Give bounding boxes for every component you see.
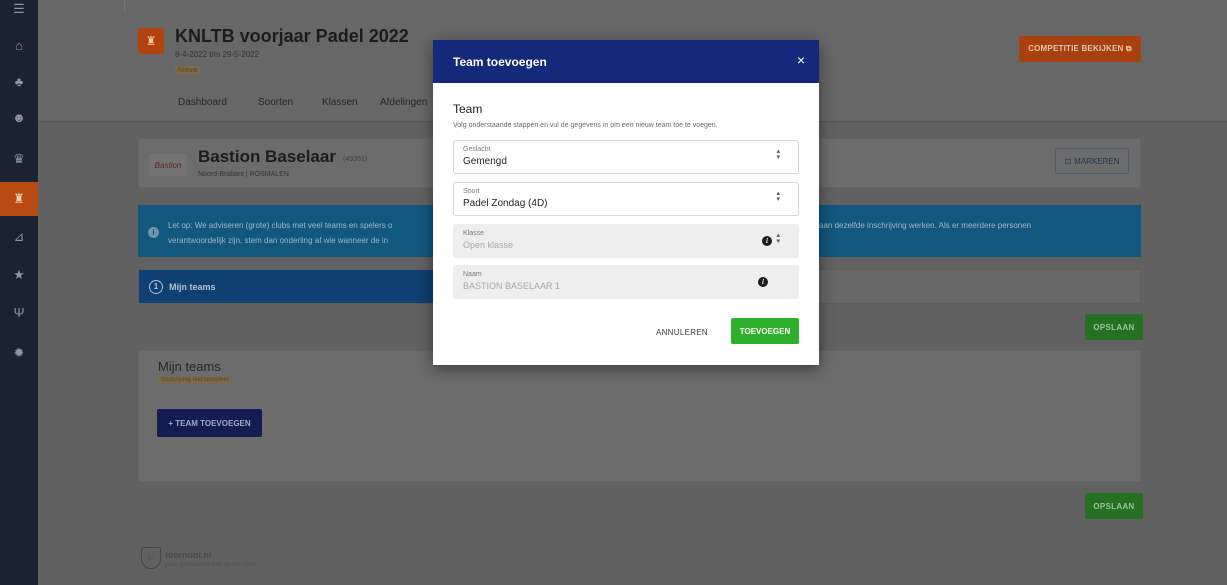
chevron-updown-icon: ▴ ▾: [776, 148, 780, 161]
step-mijn-teams[interactable]: 1 Mijn teams: [139, 270, 434, 303]
utensils-icon[interactable]: Ψ: [0, 295, 38, 329]
info-text: Let op: We adviseren (grote) clubs met v…: [168, 221, 393, 230]
field-value: Open klasse: [463, 240, 514, 250]
club-id: (49361): [343, 156, 368, 163]
mark-button-label: MARKEREN: [1074, 156, 1120, 166]
chart-icon[interactable]: ⊿: [0, 220, 38, 254]
medal-icon[interactable]: ♛: [0, 142, 38, 176]
status-badge: Inschrijving niet compleet: [158, 376, 232, 384]
competition-dates: 8-4-2022 t/m 29-5-2022: [175, 50, 260, 59]
field-value: BASTION BASELAAR 1: [463, 281, 561, 291]
competition-title: KNLTB voorjaar Padel 2022: [175, 26, 409, 46]
teams-title: Mijn teams: [158, 359, 221, 374]
tab-soorten[interactable]: Soorten: [258, 97, 293, 108]
star-icon[interactable]: ★: [0, 258, 38, 292]
bookmark-icon: ⊡: [1064, 156, 1072, 166]
sidebar: ☰ ⌂ ♣ ☻ ♛ ♜ ⊿ ★ Ψ ✹: [0, 0, 38, 585]
field-label: Klasse: [463, 230, 485, 237]
club-location: Noord-Brabant | ROSMALEN: [198, 171, 289, 178]
club-logo: Bastion: [149, 154, 187, 176]
gender-select[interactable]: Geslacht Gemengd ▴ ▾: [453, 140, 799, 174]
type-select[interactable]: Soort Padel Zondag (4D) ▴ ▾: [453, 182, 799, 216]
menu-icon[interactable]: ☰: [0, 0, 38, 26]
view-competition-button[interactable]: COMPETITIE BEKIJKEN ⧉: [1019, 36, 1141, 62]
trophy-icon: ♜: [138, 28, 164, 54]
modal-header: Team toevoegen ×: [433, 40, 819, 83]
field-label: Soort: [463, 188, 480, 195]
add-team-button[interactable]: + TEAM TOEVOEGEN: [157, 409, 262, 437]
tab-klassen[interactable]: Klassen: [322, 97, 358, 108]
section-title: Team: [453, 102, 483, 116]
home-icon[interactable]: ⌂: [0, 28, 38, 62]
save-button[interactable]: OPSLAAN: [1085, 493, 1143, 519]
section-subtitle: Volg onderstaande stappen en vul de gege…: [453, 122, 718, 129]
mark-button[interactable]: ⊡ MARKEREN: [1055, 148, 1129, 174]
divider: [124, 0, 125, 12]
save-button[interactable]: OPSLAAN: [1085, 314, 1143, 340]
name-field[interactable]: Naam BASTION BASELAAR 1 i: [453, 265, 799, 299]
info-text: aan dezelfde inschrijving werken. Als er…: [819, 221, 1032, 230]
status-badge: Nieuw: [175, 66, 201, 75]
close-icon[interactable]: ×: [797, 52, 805, 68]
gear-icon[interactable]: ✹: [0, 336, 38, 370]
tab-dashboard[interactable]: Dashboard: [178, 97, 227, 108]
chevron-updown-icon: ▴ ▾: [776, 190, 780, 203]
field-label: Geslacht: [463, 146, 491, 153]
tab-afdelingen[interactable]: Afdelingen: [380, 97, 427, 108]
org-chart-icon[interactable]: ♣: [0, 64, 38, 98]
field-value: Gemengd: [463, 156, 507, 167]
info-text: verantwoordelijk zijn, stem dan onderlin…: [168, 236, 389, 245]
info-icon: i: [148, 227, 159, 238]
club-name: Bastion Baselaar: [198, 147, 336, 166]
users-icon[interactable]: ☻: [0, 100, 38, 134]
field-label: Naam: [463, 271, 482, 278]
step-number: 1: [149, 279, 163, 294]
footer-tagline: jouw sportstatistieken op één plek!: [165, 562, 257, 568]
shield-icon: ⚐: [141, 547, 161, 569]
footer-brand: toernooi.nl: [165, 550, 212, 560]
info-icon[interactable]: i: [758, 277, 768, 287]
modal-title: Team toevoegen: [453, 55, 547, 69]
field-value: Padel Zondag (4D): [463, 198, 548, 209]
class-select[interactable]: Klasse Open klasse i ▴ ▾: [453, 224, 799, 258]
trophy-icon[interactable]: ♜: [0, 182, 38, 216]
add-button[interactable]: TOEVOEGEN: [731, 318, 799, 344]
team-modal: Team toevoegen × Team Volg onderstaande …: [433, 40, 819, 365]
chevron-updown-icon: ▴ ▾: [776, 232, 780, 245]
step-label: Mijn teams: [169, 281, 216, 292]
info-icon[interactable]: i: [762, 236, 772, 246]
cancel-button[interactable]: ANNULEREN: [643, 320, 721, 344]
teams-card: [138, 350, 1141, 482]
